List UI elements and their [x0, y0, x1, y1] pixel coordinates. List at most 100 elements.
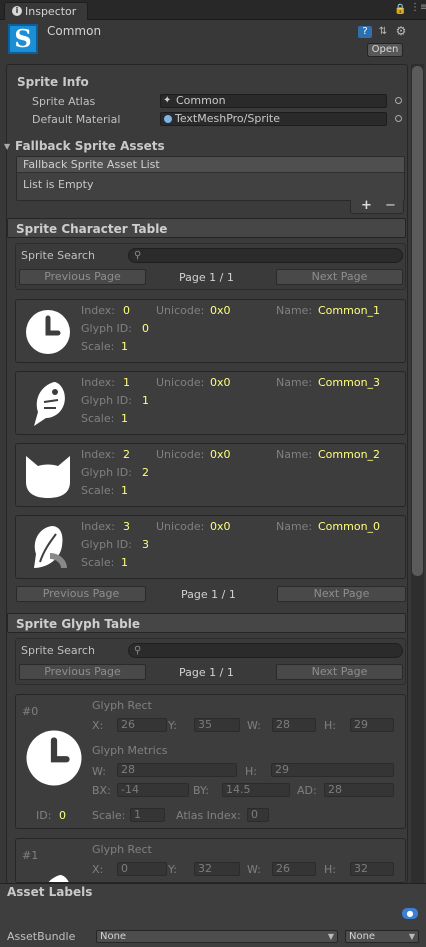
- glyph-id-label: Glyph ID:: [81, 538, 132, 551]
- rect-w-field[interactable]: 26: [272, 862, 316, 876]
- sprite-character-card[interactable]: Index: 0 Unicode: 0x0 Name: Common_1 Gly…: [15, 299, 406, 363]
- name-value: Common_0: [318, 520, 381, 533]
- index-label: Index:: [81, 520, 115, 533]
- name-label: Name:: [276, 304, 313, 317]
- page-indicator: Page 1 / 1: [181, 588, 236, 601]
- fish-icon: [24, 378, 72, 430]
- fallback-heading[interactable]: Fallback Sprite Assets: [15, 139, 165, 153]
- name-value: Common_1: [318, 304, 381, 317]
- sprite-character-card[interactable]: Index: 3 Unicode: 0x0 Name: Common_0 Gly…: [15, 515, 406, 579]
- metrics-h-field[interactable]: 29: [271, 763, 394, 777]
- glyph-scale-field[interactable]: 1: [130, 808, 165, 822]
- scrollbar-thumb[interactable]: [412, 66, 423, 576]
- x-label: X:: [92, 863, 104, 876]
- material-icon: [164, 115, 172, 123]
- rect-w-field[interactable]: 28: [272, 718, 316, 732]
- rect-h-field[interactable]: 29: [350, 718, 394, 732]
- scale-value: 1: [121, 340, 128, 353]
- glyph-metrics-label: Glyph Metrics: [92, 744, 168, 757]
- sprite-glyph-table-header[interactable]: Sprite Glyph Table: [7, 613, 406, 633]
- next-page-button[interactable]: Next Page: [276, 664, 403, 680]
- unicode-label: Unicode:: [156, 376, 205, 389]
- scale-label: Scale:: [81, 412, 115, 425]
- tab-inspector[interactable]: i Inspector: [4, 2, 88, 20]
- preset-icon[interactable]: ⇅: [376, 26, 390, 38]
- variant-value: None: [349, 931, 376, 942]
- rect-h-field[interactable]: 32: [350, 862, 394, 876]
- rect-y-field[interactable]: 32: [194, 862, 240, 876]
- previous-page-button[interactable]: Previous Page: [19, 664, 146, 680]
- rect-x-field[interactable]: 0: [117, 862, 167, 876]
- name-label: Name:: [276, 376, 313, 389]
- index-label: Index:: [81, 376, 115, 389]
- open-button[interactable]: Open: [367, 43, 403, 57]
- assetbundle-value: None: [100, 931, 127, 942]
- asset-title: Common: [47, 24, 102, 38]
- section-title: Sprite Glyph Table: [16, 617, 140, 631]
- bearing-x-field[interactable]: -14: [117, 783, 189, 797]
- page-indicator: Page 1 / 1: [179, 271, 234, 284]
- advance-field[interactable]: 28: [324, 783, 394, 797]
- next-page-button[interactable]: Next Page: [277, 586, 406, 602]
- glyph-search-input[interactable]: ⚲: [128, 643, 403, 658]
- sprite-atlas-field[interactable]: ✦ Common: [160, 94, 387, 108]
- sprite-search-label: Sprite Search: [21, 644, 95, 657]
- h-label: H:: [324, 863, 336, 876]
- index-label: Index:: [81, 304, 115, 317]
- label-tag-icon[interactable]: ●: [402, 908, 418, 919]
- help-icon[interactable]: ?: [358, 26, 372, 38]
- fallback-list-header: Fallback Sprite Asset List: [17, 157, 404, 173]
- default-material-field[interactable]: TextMeshPro/Sprite: [160, 112, 387, 126]
- dropdown-arrow-icon: ▼: [408, 932, 415, 941]
- search-icon: ⚲: [134, 645, 142, 656]
- sprite-info-heading: Sprite Info: [17, 75, 89, 89]
- gear-icon[interactable]: ⚙: [394, 25, 408, 37]
- name-label: Name:: [276, 520, 313, 533]
- fallback-list: Fallback Sprite Asset List List is Empty: [16, 156, 405, 201]
- w-label: W:: [92, 765, 106, 778]
- x-label: X:: [92, 719, 104, 732]
- rect-x-field[interactable]: 26: [117, 718, 167, 732]
- cat-icon: [22, 452, 74, 500]
- page-indicator: Page 1 / 1: [179, 666, 234, 679]
- glyph-rect-label: Glyph Rect: [92, 699, 152, 712]
- menu-icon[interactable]: ⋮≡: [410, 2, 426, 13]
- sprite-character-table-header[interactable]: Sprite Character Table: [7, 218, 406, 238]
- list-footer: + −: [350, 198, 404, 214]
- sprite-atlas-value: Common: [176, 94, 226, 107]
- unicode-value: 0x0: [210, 304, 231, 317]
- foldout-arrow-icon[interactable]: ▼: [4, 142, 10, 151]
- assetbundle-dropdown[interactable]: None ▼: [96, 930, 338, 943]
- index-value: 3: [123, 520, 130, 533]
- sprite-character-card[interactable]: Index: 2 Unicode: 0x0 Name: Common_2 Gly…: [15, 443, 406, 507]
- previous-page-button[interactable]: Previous Page: [19, 269, 146, 285]
- fish-icon: [30, 871, 78, 882]
- sprite-character-card[interactable]: Index: 1 Unicode: 0x0 Name: Common_3 Gly…: [15, 371, 406, 435]
- list-empty-text: List is Empty: [23, 178, 94, 191]
- variant-dropdown[interactable]: None ▼: [345, 930, 419, 943]
- id-value: 0: [59, 809, 66, 822]
- atlas-index-label: Atlas Index:: [176, 809, 241, 822]
- bx-label: BX:: [92, 784, 111, 797]
- char-search-input[interactable]: ⚲: [128, 248, 403, 263]
- glyph-id-value: 2: [142, 466, 149, 479]
- next-page-button[interactable]: Next Page: [276, 269, 403, 285]
- bearing-y-field[interactable]: 14.5: [222, 783, 290, 797]
- object-picker-icon[interactable]: [395, 115, 402, 122]
- object-picker-icon[interactable]: [395, 97, 402, 104]
- w-label: W:: [247, 719, 261, 732]
- atlas-index-field[interactable]: 0: [247, 808, 269, 822]
- remove-item-button[interactable]: −: [385, 198, 396, 213]
- add-item-button[interactable]: +: [361, 198, 372, 213]
- metrics-w-field[interactable]: 28: [117, 763, 237, 777]
- name-value: Common_3: [318, 376, 381, 389]
- asset-labels-footer: Asset Labels ● AssetBundle None ▼ None ▼: [0, 883, 426, 947]
- glyph-id-label: Glyph ID:: [81, 394, 132, 407]
- h-label: H:: [324, 719, 336, 732]
- rect-y-field[interactable]: 35: [194, 718, 240, 732]
- sprite-glyph-card[interactable]: #1 Glyph Rect X: 0 Y: 32 W: 26 H: 32: [15, 838, 406, 883]
- sprite-atlas-label: Sprite Atlas: [32, 95, 96, 108]
- sprite-glyph-card[interactable]: #0 Glyph Rect X: 26 Y: 35 W: 28 H: 29 Gl…: [15, 694, 406, 829]
- lock-icon[interactable]: 🔒: [394, 4, 406, 15]
- previous-page-button[interactable]: Previous Page: [16, 586, 146, 602]
